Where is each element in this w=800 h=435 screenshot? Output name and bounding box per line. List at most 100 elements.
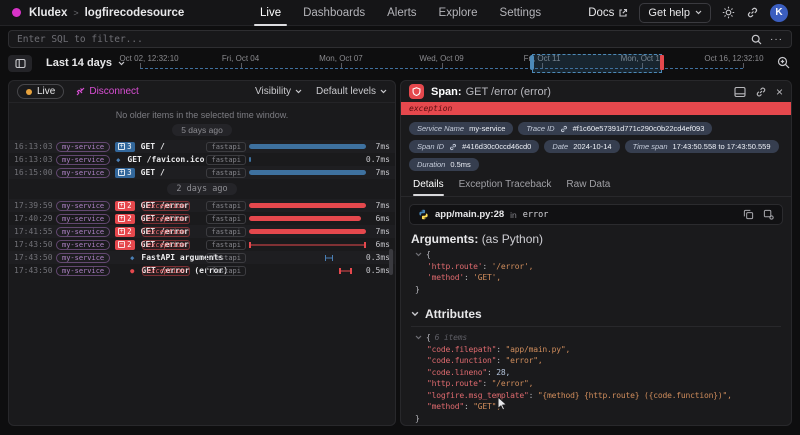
meta-span-id[interactable]: Span ID #416d30c0ccd46cd0 (409, 140, 539, 153)
tab-exception-traceback[interactable]: Exception Traceback (459, 179, 552, 196)
panel-icon (15, 58, 26, 69)
table-row[interactable]: 17:40:29 my-service +2 GET /error except… (9, 212, 395, 225)
row-timestamp: 17:43:50 (14, 240, 56, 249)
duration-value: 0.5ms (366, 266, 390, 275)
selection-start-handle[interactable] (530, 55, 534, 70)
logfire-logo-icon (12, 8, 21, 17)
default-levels-dropdown[interactable]: Default levels (316, 86, 387, 97)
table-row[interactable]: 16:13:03 my-service +3 GET / fastapi 7ms (9, 140, 395, 153)
more-options-icon[interactable]: ··· (770, 34, 783, 45)
duration-bar-area (249, 212, 366, 225)
scrollbar-thumb[interactable] (389, 249, 393, 275)
service-badge: my-service (56, 155, 110, 165)
tab-dashboards[interactable]: Dashboards (303, 0, 365, 26)
parent-span-line (249, 242, 366, 248)
share-link-icon[interactable] (746, 6, 759, 19)
empty-window-message: No older items in the selected time wind… (9, 110, 395, 120)
expand-children-badge[interactable]: +2 (115, 214, 135, 224)
tag-fastapi: fastapi (206, 201, 246, 211)
tab-alerts[interactable]: Alerts (387, 0, 416, 26)
expand-children-badge[interactable]: +2 (115, 227, 135, 237)
visibility-dropdown[interactable]: Visibility (255, 86, 302, 97)
table-row[interactable]: 17:39:59 my-service +2 GET /error except… (9, 199, 395, 212)
duration-bar-area (249, 153, 366, 166)
code-function: error (523, 210, 549, 220)
span-detail-actions: × (734, 86, 783, 98)
duration-bar (249, 144, 366, 149)
duration-value: 6ms (376, 240, 390, 249)
disconnect-label: Disconnect (89, 86, 138, 97)
detail-tabs: Details Exception Traceback Raw Data (401, 176, 791, 197)
selection-end-marker[interactable] (660, 55, 664, 70)
tag-fastapi: fastapi (206, 214, 246, 224)
table-row[interactable]: 17:43:50 my-service ◆ FastAPI arguments … (9, 251, 395, 264)
sql-filter-input[interactable] (17, 34, 743, 45)
row-timestamp: 17:43:50 (14, 253, 56, 262)
child-span-marker (325, 255, 333, 261)
timeline[interactable]: Oct 02, 12:32:10 Fri, Oct 04 Mon, Oct 07… (140, 50, 743, 76)
table-row[interactable]: 16:15:00 my-service +3 GET / fastapi 7ms (9, 166, 395, 179)
expand-children-badge[interactable]: +2 (115, 201, 135, 211)
tag-fastapi: fastapi (206, 240, 246, 250)
expand-children-badge[interactable]: +3 (115, 168, 135, 178)
disconnect-button[interactable]: Disconnect (76, 86, 138, 97)
table-row[interactable]: 17:43:50 my-service −2 GET /error except… (9, 238, 395, 251)
collapse-caret-icon[interactable] (415, 252, 422, 257)
tab-raw-data[interactable]: Raw Data (566, 179, 610, 196)
duration-value: 0.7ms (366, 155, 390, 164)
zoom-in-icon[interactable] (777, 56, 790, 69)
code-location[interactable]: app/main.py:28 in error (409, 204, 783, 225)
duration-bar (249, 203, 366, 208)
tag-fastapi: fastapi (206, 142, 246, 152)
table-row[interactable]: 17:41:55 my-service +2 GET /error except… (9, 225, 395, 238)
exception-shield-icon (409, 84, 424, 99)
avatar[interactable]: K (770, 4, 788, 22)
attributes-heading[interactable]: Attributes (411, 307, 781, 327)
breadcrumb: Kludex > logfirecodesource (29, 7, 184, 19)
meta-trace-id[interactable]: Trace ID #f1c60e57391d771c290c0b22cd4ef0… (518, 122, 712, 135)
get-help-button[interactable]: Get help (639, 3, 711, 23)
duration-bar (249, 216, 361, 221)
code-filepath: app/main.py:28 (435, 209, 504, 220)
sidebar-toggle-button[interactable] (8, 55, 32, 72)
tab-details[interactable]: Details (413, 179, 444, 196)
search-icon[interactable] (751, 34, 762, 45)
source-branch-icon[interactable] (763, 209, 774, 220)
docs-link[interactable]: Docs (588, 7, 628, 19)
live-panel-header: Live Disconnect Visibility Default level… (9, 81, 395, 103)
collapse-children-badge[interactable]: −2 (115, 240, 135, 250)
meta-date: Date 2024-10-14 (544, 140, 619, 153)
copy-link-icon[interactable] (755, 86, 767, 98)
close-icon[interactable]: × (776, 86, 783, 98)
time-range-select[interactable]: Last 14 days (46, 57, 125, 69)
breadcrumb-project[interactable]: logfirecodesource (85, 7, 185, 19)
table-row[interactable]: 16:13:03 my-service ◆ GET /favicon.ico f… (9, 153, 395, 166)
timeline-tick-label: Mon, Oct 07 (319, 54, 363, 63)
timeline-tick-label: Oct 16, 12:32:10 (704, 54, 763, 63)
service-badge: my-service (56, 240, 110, 250)
table-row[interactable]: 17:43:50 my-service ● GET /error (error)… (9, 264, 395, 277)
duration-value: 7ms (376, 168, 390, 177)
tag-fastapi: fastapi (206, 253, 246, 263)
tab-live[interactable]: Live (260, 0, 281, 26)
theme-toggle-icon[interactable] (722, 6, 735, 19)
dock-panel-icon[interactable] (734, 86, 746, 98)
tab-explore[interactable]: Explore (439, 0, 478, 26)
breadcrumb-org[interactable]: Kludex (29, 7, 67, 19)
tab-settings[interactable]: Settings (500, 0, 542, 26)
copy-icon[interactable] (743, 209, 754, 220)
span-title-label: Span: (431, 86, 462, 98)
expand-children-badge[interactable]: +3 (115, 142, 135, 152)
tag-exception: exception (142, 201, 190, 211)
row-timestamp: 17:39:59 (14, 201, 56, 210)
timeline-selection[interactable] (532, 54, 662, 73)
minus-icon: − (118, 241, 125, 248)
collapse-caret-icon[interactable] (415, 335, 422, 340)
navbar-right: Docs Get help K (588, 3, 788, 23)
page-title: Span:GET /error (error) (431, 86, 551, 98)
plus-icon: + (118, 143, 125, 150)
live-button[interactable]: Live (17, 84, 64, 99)
service-badge: my-service (56, 227, 110, 237)
tag-exception: exception (142, 266, 190, 276)
attribute-entry: "method": "GET", (411, 401, 781, 413)
